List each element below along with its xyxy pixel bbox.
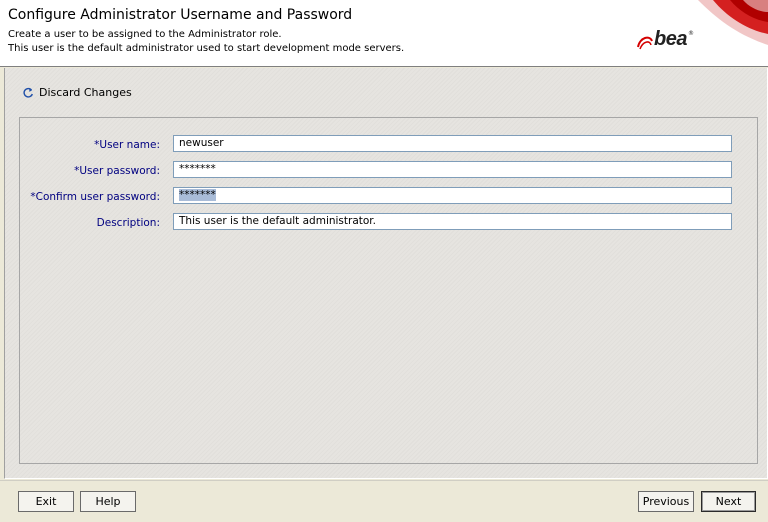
password-value: ******* [179,163,216,175]
username-input[interactable]: newuser [173,135,732,152]
username-label: *User name: [94,139,160,151]
confirm-password-label: *Confirm user password: [30,191,160,203]
page-title: Configure Administrator Username and Pas… [8,7,353,23]
wizard-footer: Exit Help Previous Next [0,480,768,522]
previous-label: Previous [642,495,690,508]
next-button[interactable]: Next [701,491,756,512]
page-description-line-1: Create a user to be assigned to the Admi… [8,29,282,40]
exit-button[interactable]: Exit [18,491,74,512]
discard-changes-label: Discard Changes [39,86,132,99]
confirm-password-value: ******* [179,189,216,201]
password-label: *User password: [74,165,160,177]
help-label: Help [95,495,121,508]
previous-button[interactable]: Previous [638,491,694,512]
discard-changes-button[interactable]: Discard Changes [22,86,132,99]
main-content: Discard Changes *User name: newuser *Use… [4,68,768,479]
bea-logo: bea ® [636,28,696,56]
confirm-password-input[interactable]: ******* [173,187,732,204]
user-form-panel: *User name: newuser *User password: ****… [19,117,758,464]
page-header: Configure Administrator Username and Pas… [0,0,768,67]
password-input[interactable]: ******* [173,161,732,178]
bea-logo-text: bea [654,28,687,50]
registered-mark: ® [688,30,694,37]
page-description-line-2: This user is the default administrator u… [8,43,405,54]
description-label: Description: [96,217,160,229]
description-input[interactable]: This user is the default administrator. [173,213,732,230]
bea-logo-swirl-icon [637,36,653,50]
next-label: Next [715,495,742,508]
help-button[interactable]: Help [80,491,136,512]
exit-label: Exit [35,495,57,508]
refresh-icon [23,87,33,98]
